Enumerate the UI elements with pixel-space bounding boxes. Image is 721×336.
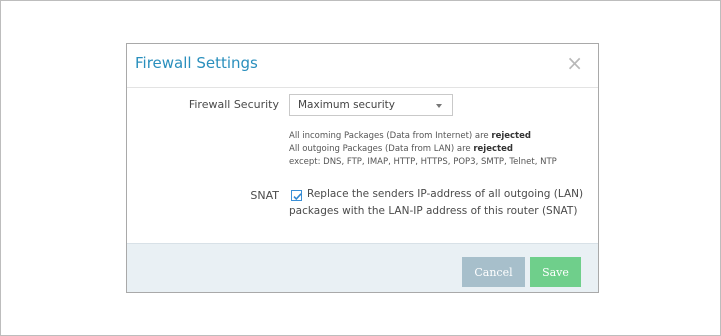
close-icon[interactable]: × <box>566 53 583 73</box>
info-incoming: All incoming Packages (Data from Interne… <box>289 131 531 141</box>
page-frame: Firewall Settings × Firewall Security Ma… <box>0 0 721 336</box>
firewall-security-value: Maximum security <box>298 99 395 111</box>
dialog-header: Firewall Settings × <box>127 44 598 88</box>
cancel-button[interactable]: Cancel <box>462 257 525 287</box>
info-outgoing-bold: rejected <box>473 144 513 154</box>
info-incoming-text: All incoming Packages (Data from Interne… <box>289 131 492 141</box>
snat-description-line2: packages with the LAN-IP address of this… <box>289 205 578 217</box>
snat-checkbox[interactable] <box>291 190 302 201</box>
snat-label: SNAT <box>250 189 279 202</box>
firewall-settings-dialog: Firewall Settings × Firewall Security Ma… <box>126 43 599 293</box>
dialog-title: Firewall Settings <box>135 54 258 72</box>
info-incoming-bold: rejected <box>491 131 531 141</box>
snat-description-line1: Replace the senders IP-address of all ou… <box>307 188 584 200</box>
firewall-security-label: Firewall Security <box>188 98 279 111</box>
info-outgoing-text: All outgoing Packages (Data from LAN) ar… <box>289 144 474 154</box>
check-icon <box>293 193 302 201</box>
dialog-footer: Cancel Save <box>127 243 598 292</box>
info-exceptions: except: DNS, FTP, IMAP, HTTP, HTTPS, POP… <box>289 157 557 167</box>
info-outgoing: All outgoing Packages (Data from LAN) ar… <box>289 144 513 154</box>
firewall-security-select[interactable]: Maximum security <box>289 94 453 116</box>
chevron-down-icon <box>436 104 442 108</box>
save-button[interactable]: Save <box>530 257 581 287</box>
